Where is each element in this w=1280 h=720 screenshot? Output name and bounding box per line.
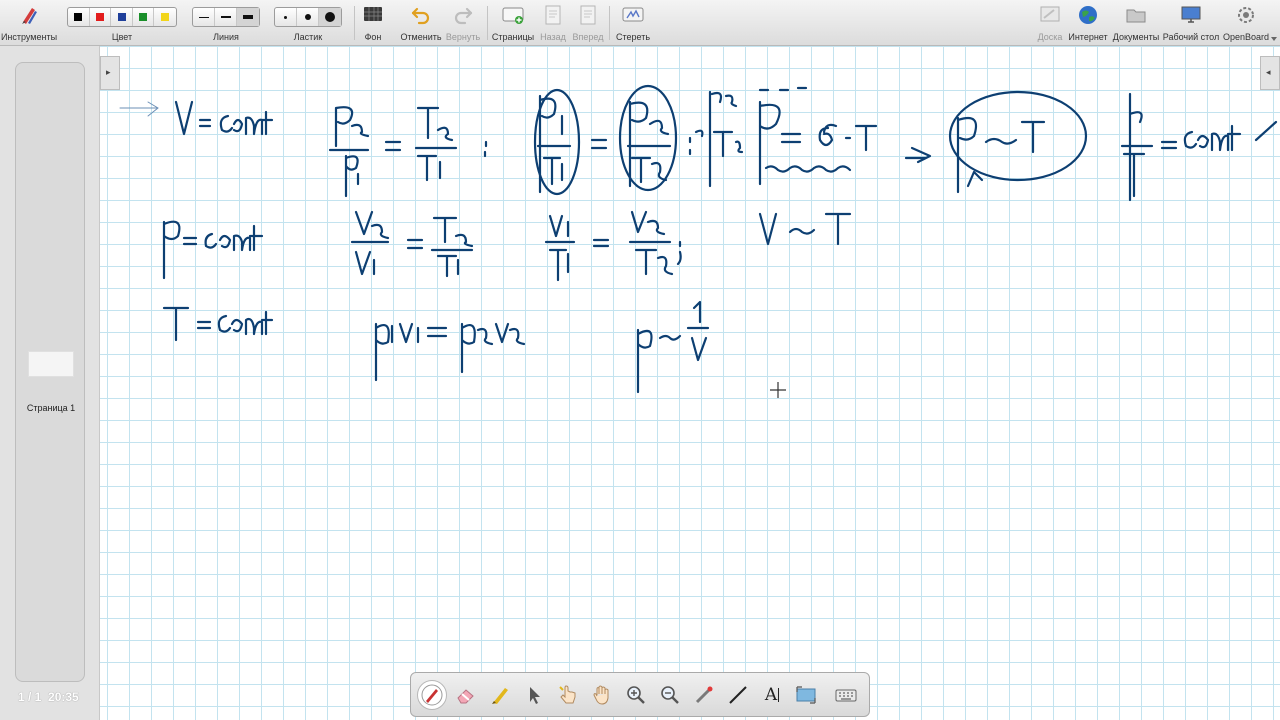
page-thumbnail-label: Страница 1	[26, 403, 76, 413]
virtual-keyboard-button[interactable]	[831, 680, 861, 710]
clear-board-icon	[622, 7, 644, 22]
add-page-icon	[502, 7, 524, 24]
gear-icon	[1238, 7, 1254, 23]
hand-tool-button[interactable]	[587, 680, 617, 710]
documents-button[interactable]: Документы	[1112, 0, 1160, 46]
line-icon	[729, 686, 747, 704]
interactor-icon	[559, 685, 576, 704]
color-green[interactable]	[133, 8, 155, 26]
eraser-small[interactable]	[275, 8, 297, 26]
color-black[interactable]	[68, 8, 90, 26]
color-yellow[interactable]	[154, 8, 176, 26]
redo-icon	[454, 7, 473, 25]
toolbar-separator	[609, 6, 610, 40]
board-icon	[1040, 6, 1060, 22]
undo-button[interactable]: Отменить	[398, 0, 444, 46]
pen-tool-button[interactable]	[417, 680, 447, 710]
top-toolbar: Инструменты Цвет Линия Ластик Фон Отмени…	[0, 0, 1280, 46]
laser-pointer-icon	[695, 686, 713, 704]
selector-icon	[530, 687, 540, 704]
highlighter-tool-button[interactable]	[485, 680, 515, 710]
interactor-tool-button[interactable]	[553, 680, 583, 710]
line-tool-button[interactable]	[723, 680, 753, 710]
isobaric-law-strokes	[162, 210, 852, 282]
clear-button[interactable]: Стереть	[612, 0, 654, 46]
folder-icon	[1126, 9, 1146, 23]
zoom-out-button[interactable]	[655, 680, 685, 710]
pages-panel: Страница 1 1 / 1 20:35	[0, 46, 100, 720]
selector-tool-button[interactable]	[519, 680, 549, 710]
whiteboard-canvas[interactable]: ▸ ◂	[100, 46, 1280, 720]
background-grid-icon	[364, 7, 382, 21]
monitor-icon	[1181, 6, 1201, 23]
redo-button[interactable]: Вернуть	[444, 0, 482, 46]
color-blue[interactable]	[111, 8, 133, 26]
tool-palette: A	[410, 672, 870, 717]
clock: 20:35	[48, 690, 79, 704]
pen-icon	[421, 684, 443, 706]
next-page-icon	[580, 5, 596, 25]
line-width-picker	[192, 7, 260, 27]
eraser-large[interactable]	[319, 8, 341, 26]
tools-button[interactable]: Инструменты	[0, 0, 58, 46]
openboard-menu-button[interactable]: OpenBoard	[1222, 0, 1270, 46]
tools-icon	[22, 8, 37, 24]
page-thumbnails-list[interactable]: Страница 1	[15, 62, 85, 682]
eraser-size-picker	[274, 7, 342, 27]
line-medium[interactable]	[215, 8, 237, 26]
keyboard-icon	[835, 689, 857, 702]
color-group: Цвет	[64, 0, 180, 46]
board-mode-button[interactable]: Доска	[1034, 0, 1066, 46]
desktop-button[interactable]: Рабочий стол	[1162, 0, 1220, 46]
globe-icon	[1079, 6, 1097, 24]
eraser-size-group: Ластик	[270, 0, 346, 46]
chevron-down-icon[interactable]	[1270, 36, 1278, 42]
zoom-in-icon	[627, 686, 645, 704]
toolbar-separator	[354, 6, 355, 40]
isothermal-law-strokes	[162, 300, 710, 394]
line-width-group: Линия	[188, 0, 264, 46]
zoom-out-icon	[661, 686, 679, 704]
highlighter-icon	[492, 688, 508, 704]
eraser-tool-button[interactable]	[451, 680, 481, 710]
color-red[interactable]	[90, 8, 112, 26]
text-tool-button[interactable]: A	[757, 680, 787, 710]
crosshair-cursor-icon	[770, 382, 786, 398]
hand-icon	[593, 685, 609, 705]
laser-pointer-button[interactable]	[689, 680, 719, 710]
back-button[interactable]: Назад	[538, 0, 568, 46]
capture-tool-button[interactable]	[791, 680, 821, 710]
line-thick[interactable]	[237, 8, 259, 26]
pages-button[interactable]: Страницы	[490, 0, 536, 46]
line-thin[interactable]	[193, 8, 215, 26]
eraser-medium[interactable]	[297, 8, 319, 26]
color-picker	[67, 7, 177, 27]
eraser-icon	[457, 689, 474, 704]
previous-page-icon	[545, 5, 561, 25]
handwritten-ink-layer	[119, 84, 1278, 394]
page-counter: 1 / 1	[18, 690, 42, 704]
page-status: 1 / 1 20:35	[18, 690, 79, 704]
page-thumbnail[interactable]	[28, 351, 74, 377]
forward-button[interactable]: Вперед	[570, 0, 606, 46]
isochoric-law-strokes	[119, 84, 1278, 202]
zoom-in-button[interactable]	[621, 680, 651, 710]
undo-icon	[411, 7, 430, 25]
capture-icon	[796, 686, 816, 704]
text-icon: A	[764, 685, 778, 705]
toolbar-separator	[487, 6, 488, 40]
internet-button[interactable]: Интернет	[1068, 0, 1108, 46]
background-button[interactable]: Фон	[356, 0, 390, 46]
